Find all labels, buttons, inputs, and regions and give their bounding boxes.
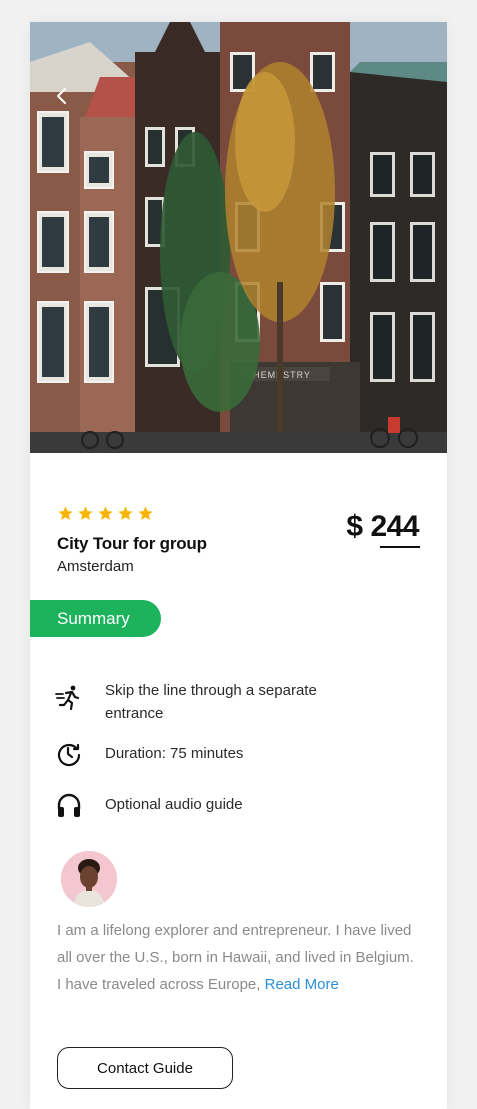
read-more-link[interactable]: Read More	[265, 976, 339, 993]
hero-image: HEMPSTRY	[30, 22, 447, 453]
clock-icon	[57, 743, 81, 767]
feature-text: Skip the line through a separate entranc…	[105, 682, 317, 722]
guide-bio-text: I am a lifelong explorer and entrepreneu…	[57, 922, 414, 993]
tour-detail-card: HEMPSTRY	[30, 22, 447, 1109]
star-icon	[138, 506, 153, 520]
guide-avatar[interactable]	[61, 851, 117, 907]
feature-item: Optional audio guide	[55, 791, 375, 819]
tour-location: Amsterdam	[57, 558, 134, 575]
back-button[interactable]	[50, 84, 74, 108]
contact-guide-button[interactable]: Contact Guide	[57, 1047, 233, 1089]
guide-portrait	[61, 851, 117, 907]
star-icon	[78, 506, 93, 520]
amsterdam-buildings-illustration: HEMPSTRY	[30, 22, 447, 453]
summary-tab[interactable]: Summary	[30, 600, 161, 637]
tour-price: $ 244	[346, 510, 419, 543]
feature-item: Skip the line through a separate entranc…	[55, 679, 375, 725]
chevron-left-icon	[57, 88, 66, 104]
star-icon	[58, 506, 73, 520]
feature-text: Duration: 75 minutes	[105, 745, 244, 762]
star-icon	[118, 506, 133, 520]
star-icon	[98, 506, 113, 520]
feature-text: Optional audio guide	[105, 796, 243, 813]
rating-stars	[57, 505, 154, 522]
headphones-icon	[57, 793, 81, 817]
guide-bio: I am a lifelong explorer and entrepreneu…	[57, 917, 422, 998]
price-underline	[380, 546, 420, 548]
running-person-icon	[55, 685, 80, 711]
feature-item: Duration: 75 minutes	[55, 740, 375, 768]
tour-title: City Tour for group	[57, 534, 207, 553]
